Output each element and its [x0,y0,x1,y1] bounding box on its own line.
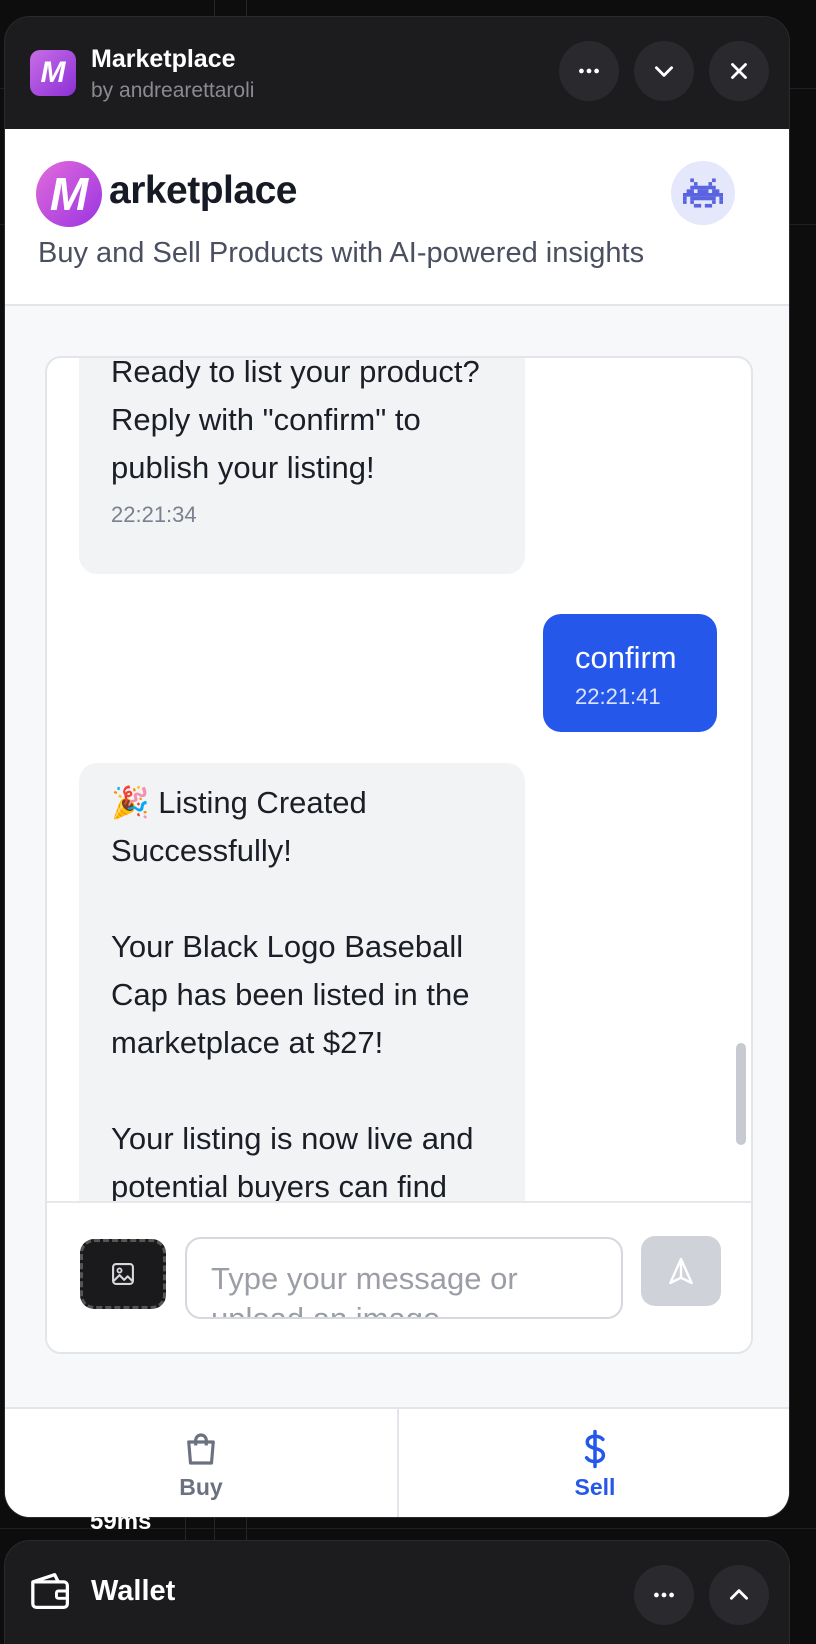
brand-logo: M [36,161,102,227]
bottom-tabs: Buy Sell [5,1407,789,1517]
message-line-spacer [111,875,493,923]
widget-titlebar: M Marketplace by andrearettaroli [5,17,789,129]
image-icon [112,1263,134,1285]
app-title: Marketplace [91,45,236,73]
space-invader-icon [683,178,723,208]
ai-avatar[interactable] [671,161,735,225]
message-line: Your Black Logo Baseball Cap has been li… [111,929,470,1060]
collapse-button[interactable] [634,41,694,101]
message-input[interactable] [185,1237,623,1319]
tab-sell-label: Sell [574,1473,616,1500]
wallet-bar: Wallet [4,1540,790,1644]
tab-sell[interactable]: Sell [397,1409,789,1517]
app-content: M arketplace Buy and Sell Products with … [5,129,789,1517]
message-composer [47,1201,751,1352]
marketplace-widget: M Marketplace by andrearettaroli M arket… [4,16,790,1518]
brand-wordmark: arketplace [109,169,297,212]
message-line-spacer [111,1067,493,1115]
message-line: 🎉 Listing Created Successfully! [111,785,367,868]
wallet-more-button[interactable] [634,1565,694,1625]
chevron-down-icon [655,66,673,77]
user-message: confirm 22:21:41 [543,614,717,732]
message-time: 22:21:34 [111,502,197,527]
shopping-bag-icon [187,1433,215,1465]
bot-message: 🎉 Listing Created Successfully! Your Bla… [79,763,525,1201]
wallet-icon [29,1571,73,1616]
more-icon [654,1592,674,1598]
more-icon [579,68,599,74]
close-button[interactable] [709,41,769,101]
tab-buy[interactable]: Buy [5,1409,397,1517]
dollar-icon [584,1429,606,1468]
message-list[interactable]: Ready to list your product? Reply with "… [47,358,751,1201]
message-text: Ready to list your product? Reply with "… [111,358,480,485]
message-text: confirm [575,640,677,675]
upload-image-button[interactable] [80,1239,166,1309]
wallet-expand-button[interactable] [709,1565,769,1625]
tab-buy-label: Buy [179,1473,223,1500]
app-logo: M [30,50,76,96]
send-button[interactable] [641,1236,721,1306]
chat-panel: Ready to list your product? Reply with "… [45,356,753,1354]
app-author: by andrearettaroli [91,79,255,102]
latency-label: 59ms [90,1508,152,1535]
close-icon [731,63,747,79]
more-options-button[interactable] [559,41,619,101]
chat-scrollbar[interactable] [736,1043,746,1145]
wallet-title: Wallet [91,1575,176,1607]
bot-message: Ready to list your product? Reply with "… [79,358,525,574]
app-header: M arketplace Buy and Sell Products with … [5,129,789,306]
chevron-up-icon [730,1589,748,1600]
brand-tagline: Buy and Sell Products with AI-powered in… [38,237,645,269]
message-line: Your listing is now live and potential b… [111,1121,474,1201]
message-time: 22:21:41 [575,684,661,709]
send-icon [669,1257,693,1285]
